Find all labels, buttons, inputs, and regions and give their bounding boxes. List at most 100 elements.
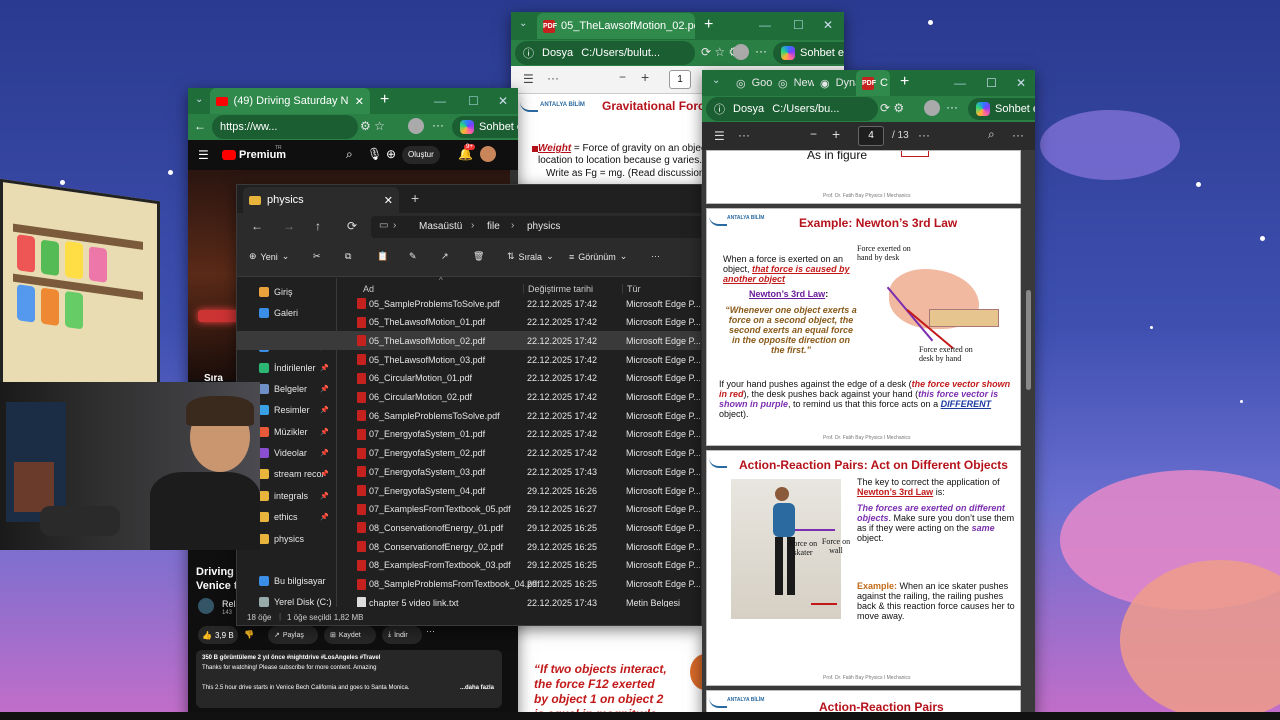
profile-avatar[interactable] [924,100,940,116]
scrollbar-thumb[interactable] [1026,290,1031,390]
minimize-icon[interactable]: — [759,18,771,32]
address-bar[interactable]: https://ww... [212,115,358,139]
file-row[interactable]: 07_EnergyofaSystem_01.pdf 22.12.2025 17:4… [237,425,701,444]
breadcrumb-item[interactable]: Masaüstü [419,221,462,232]
close-tab-icon[interactable]: ✕ [384,194,393,207]
up-icon[interactable]: ↑ [315,219,321,233]
tab-list-chevron-icon[interactable]: ⌄ [712,75,720,86]
tab-physics[interactable]: physics ✕ [243,187,399,213]
minimize-icon[interactable]: — [954,76,966,90]
menu-dots-icon[interactable]: ··· [755,44,767,58]
file-row[interactable]: 07_ExamplesFromTextbook_05.pdf 29.12.2025… [237,500,701,519]
minimize-icon[interactable]: — [434,94,446,108]
extensions-icon[interactable]: ⟳ ⚙ [880,101,904,115]
zoom-in-icon[interactable]: + [832,126,840,142]
breadcrumb-item[interactable]: physics [527,221,560,232]
avatar[interactable] [480,146,496,162]
like-button[interactable]: 👍 3,9 B [198,626,238,644]
column-date-header[interactable]: Değiştirme tarihi [523,284,593,294]
column-name-header[interactable]: Ad [363,284,374,294]
download-button[interactable]: ⤓ İndir [382,626,422,644]
close-window-icon[interactable]: ✕ [823,18,833,32]
tab-dynamics[interactable]: ◉ Dyna [814,70,856,96]
zoom-in-icon[interactable]: + [641,69,649,85]
copilot-button[interactable]: Sohbet et [968,98,1035,120]
file-row[interactable]: 08_SampleProblemsFromTextbook_04.pdf 29.1… [237,575,701,594]
address-bar[interactable]: ⓘ Dosya C:/Users/bulut... [515,41,695,65]
new-tab-icon[interactable]: + [380,91,389,109]
hamburger-icon[interactable]: ☰ [198,148,209,162]
show-more-link[interactable]: ...daha fazla [460,685,494,691]
profile-avatar[interactable] [408,118,424,134]
description-box[interactable]: 350 B görüntüleme 2 yıl önce #nightdrive… [196,650,502,708]
rename-icon[interactable]: ✎ [409,251,417,262]
dislike-button[interactable]: 👎 [244,626,260,644]
file-row[interactable]: 07_EnergyofaSystem_04.pdf 29.12.2025 16:2… [237,481,701,500]
maximize-icon[interactable]: ☐ [468,94,479,108]
sort-button[interactable]: ⇅ Sırala ⌄ [507,251,554,262]
tab-list-chevron-icon[interactable]: ⌄ [195,94,203,105]
tab-active-pdf[interactable]: PDF 05_TheLawsofMotion_02.pdf ✕ [537,13,695,39]
file-row[interactable]: 08_ExamplesFromTextbook_03.pdf 29.12.2025… [237,556,701,575]
view-button[interactable]: ≡ Görünüm ⌄ [569,251,627,262]
tab-google[interactable]: ◎ Goo [730,70,772,96]
file-row[interactable]: 06_CircularMotion_01.pdf 22.12.2025 17:42… [237,369,701,388]
page-number-input[interactable]: 1 [669,70,691,89]
create-button[interactable]: Oluştur [402,146,440,164]
file-row[interactable]: 05_TheLawsofMotion_01.pdf 22.12.2025 17:4… [237,313,701,332]
contents-icon[interactable]: ☰ [523,72,534,86]
file-row[interactable]: 05_TheLawsofMotion_03.pdf 22.12.2025 17:4… [237,350,701,369]
more-options-icon[interactable]: ··· [651,251,660,261]
file-row[interactable]: 05_TheLawsofMotion_02.pdf 22.12.2025 17:4… [237,331,701,351]
close-window-icon[interactable]: ✕ [498,94,508,108]
close-tab-icon[interactable]: ✕ [355,95,364,108]
page-number-input[interactable]: 4 [858,126,884,146]
zoom-out-icon[interactable]: − [619,70,626,84]
share-icon[interactable]: ↗ [441,251,449,262]
cut-icon[interactable]: ✂ [313,251,321,262]
tab-active-pdf[interactable]: PDFC✕ [856,70,890,96]
file-row[interactable]: 08_ConservationofEnergy_01.pdf 29.12.2025… [237,518,701,537]
copilot-button[interactable]: Sohbet et [452,116,518,138]
tab-newton[interactable]: ◎ Newt [772,70,814,96]
close-window-icon[interactable]: ✕ [1016,76,1026,90]
tab-active-youtube[interactable]: (49) Driving Saturday Nightlife of ✕ [210,88,370,114]
save-button[interactable]: ⊞ Kaydet [324,626,376,644]
profile-avatar[interactable] [733,44,749,60]
file-row[interactable]: 06_SampleProblemsToSolve.pdf 22.12.2025 1… [237,406,701,425]
breadcrumb-item[interactable]: file [487,221,500,232]
maximize-icon[interactable]: ☐ [793,18,804,32]
file-row[interactable]: 08_ConservationofEnergy_02.pdf 29.12.2025… [237,537,701,556]
new-button[interactable]: ⊕ Yeni ⌄ [249,251,289,262]
extensions-icon[interactable]: ⚙ ☆ [360,119,385,133]
copy-icon[interactable]: ⧉ [345,251,351,262]
new-tab-icon[interactable]: + [900,73,909,91]
zoom-out-icon[interactable]: − [810,127,817,141]
more-dots-icon[interactable]: ··· [738,128,750,142]
copilot-button[interactable]: Sohbet et [773,42,844,64]
channel-avatar[interactable] [198,598,214,614]
column-type-header[interactable]: Tür [622,284,641,294]
back-icon[interactable]: ← [251,219,263,233]
breadcrumb[interactable]: ▭ › Masaüstü › file › physics [371,216,701,238]
menu-dots-icon[interactable]: ··· [946,100,958,114]
tab-list-chevron-icon[interactable]: ⌄ [519,18,527,29]
cast-icon[interactable]: ⊕ [386,147,396,161]
file-row[interactable]: 05_SampleProblemsToSolve.pdf 22.12.2025 1… [237,294,701,313]
address-bar[interactable]: ⓘ Dosya C:/Users/bu... [706,97,878,121]
delete-icon[interactable]: 🗑 [473,251,484,262]
microphone-icon[interactable]: 🎙 [367,147,382,161]
contents-icon[interactable]: ☰ [714,129,725,143]
paste-icon[interactable]: 📋 [377,251,388,262]
file-row[interactable]: 07_EnergyofaSystem_02.pdf 22.12.2025 17:4… [237,444,701,463]
more-actions-icon[interactable]: ··· [426,626,435,636]
share-button[interactable]: ↗ Paylaş [268,626,318,644]
more-dots-icon[interactable]: ··· [1012,128,1024,142]
new-tab-icon[interactable]: + [411,190,419,206]
more-dots-icon[interactable]: ··· [547,71,559,85]
file-row[interactable]: 06_CircularMotion_02.pdf 22.12.2025 17:42… [237,388,701,407]
refresh-icon[interactable]: ⟳ [347,219,357,233]
more-dots-icon[interactable]: ··· [918,128,930,142]
file-row[interactable]: 07_EnergyofaSystem_03.pdf 22.12.2025 17:4… [237,462,701,481]
youtube-logo-icon[interactable] [222,150,236,160]
